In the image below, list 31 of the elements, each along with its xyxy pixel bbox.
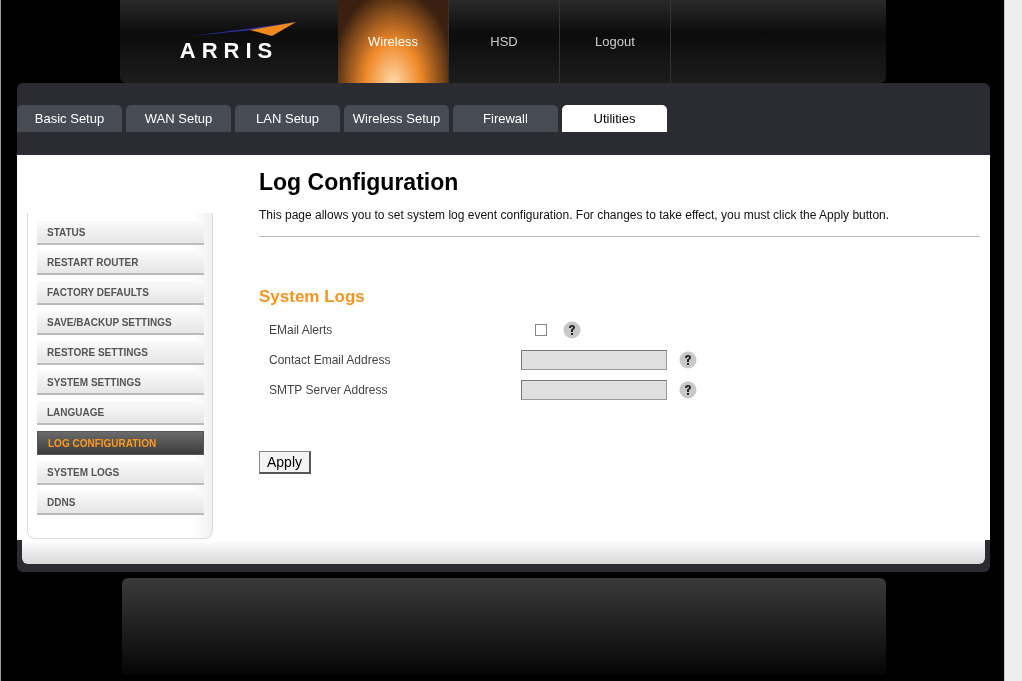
page-description: This page allows you to set system log event configuration. For changes to take effect, you must click the Apply button.: [259, 208, 891, 222]
field-label: SMTP Server Address: [268, 383, 389, 397]
section-title: System Logs: [259, 287, 366, 307]
field-label: EMail Alerts: [268, 323, 334, 337]
tab[interactable]: Firewall: [453, 105, 558, 132]
sidebar-item[interactable]: STATUS: [37, 221, 204, 245]
sidebar-item[interactable]: DDNS: [37, 491, 204, 515]
sidebar-item[interactable]: RESTORE SETTINGS: [37, 341, 204, 365]
field-label: Contact Email Address: [268, 353, 392, 367]
logo-text: ARRIS: [179, 38, 279, 64]
scrollbar[interactable]: [1004, 0, 1022, 681]
sidebar-item[interactable]: LANGUAGE: [37, 401, 204, 425]
sidebar-item[interactable]: SYSTEM LOGS: [37, 461, 204, 485]
tab[interactable]: WAN Setup: [126, 105, 231, 132]
sidebar-item[interactable]: SYSTEM SETTINGS: [37, 371, 204, 395]
tab[interactable]: Basic Setup: [17, 105, 122, 132]
sidebar-item[interactable]: LOG CONFIGURATION: [37, 431, 204, 455]
tab[interactable]: Wireless Setup: [344, 105, 449, 132]
help-icon[interactable]: [679, 351, 697, 369]
help-icon[interactable]: [679, 381, 697, 399]
sidebar-item[interactable]: SAVE/BACKUP SETTINGS: [37, 311, 204, 335]
apply-button[interactable]: Apply: [259, 451, 312, 474]
sidebar-item[interactable]: RESTART ROUTER: [37, 251, 204, 275]
sidebar-item[interactable]: FACTORY DEFAULTS: [37, 281, 204, 305]
help-icon[interactable]: [563, 321, 581, 339]
text-input-field[interactable]: [521, 350, 667, 370]
tab[interactable]: Utilities: [562, 105, 667, 132]
email-alerts-checkbox[interactable]: [535, 324, 547, 336]
page-title: Log Configuration: [259, 169, 460, 196]
tab[interactable]: LAN Setup: [235, 105, 340, 132]
text-input-field[interactable]: [521, 380, 667, 400]
